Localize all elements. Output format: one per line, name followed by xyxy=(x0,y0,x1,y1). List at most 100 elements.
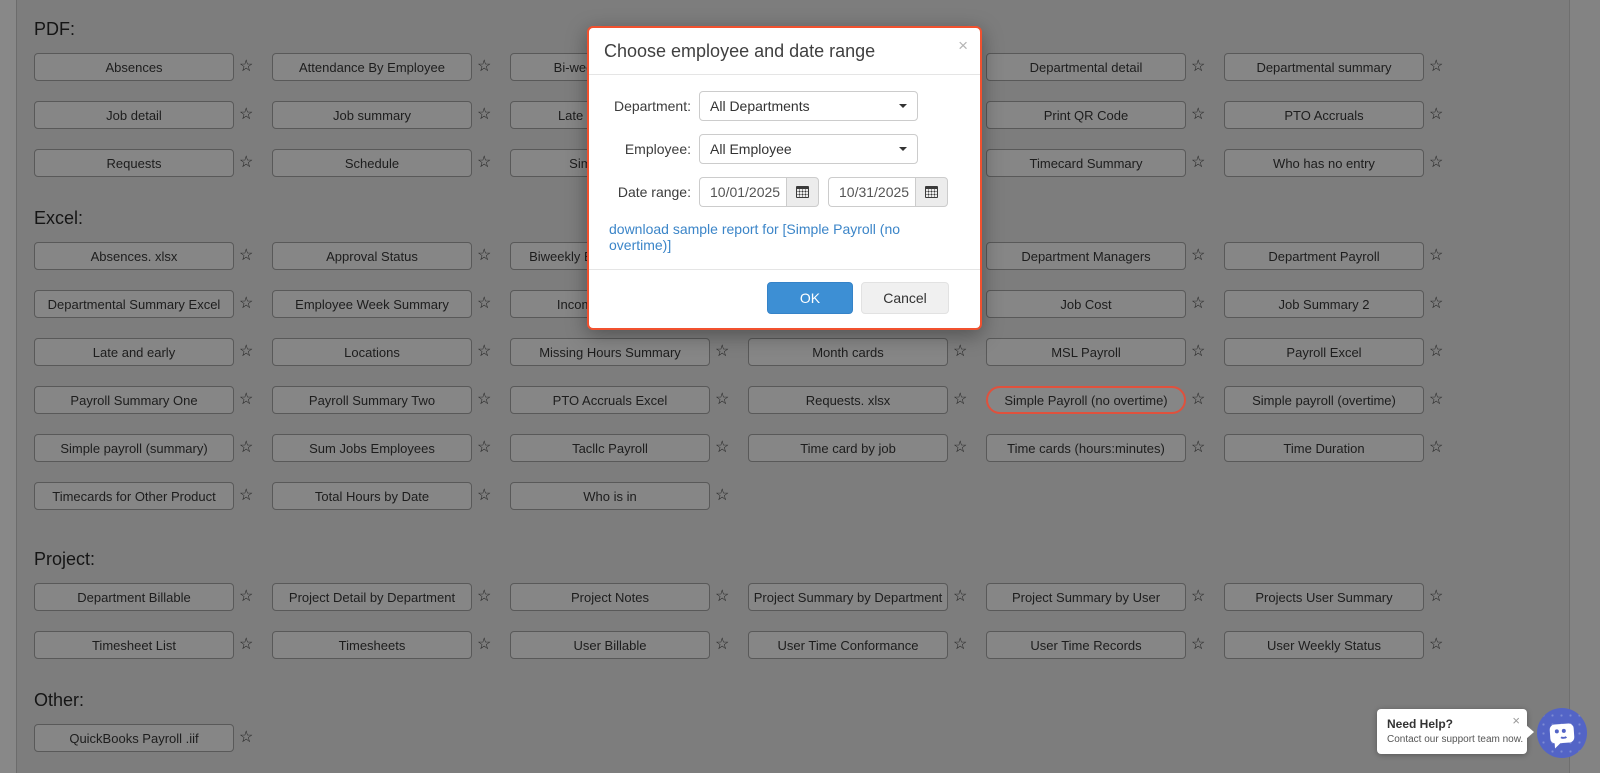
report-button[interactable]: Total Hours by Date xyxy=(272,482,472,510)
report-button[interactable]: User Weekly Status xyxy=(1224,631,1424,659)
favorite-star-icon[interactable]: ☆ xyxy=(1191,589,1205,605)
report-button[interactable]: Approval Status xyxy=(272,242,472,270)
report-button[interactable]: Project Summary by User xyxy=(986,583,1186,611)
report-button[interactable]: Departmental summary xyxy=(1224,53,1424,81)
favorite-star-icon[interactable]: ☆ xyxy=(953,637,967,653)
report-button[interactable]: Department Billable xyxy=(34,583,234,611)
date-to-input[interactable] xyxy=(828,177,915,207)
favorite-star-icon[interactable]: ☆ xyxy=(239,296,253,312)
report-button[interactable]: Late and early xyxy=(34,338,234,366)
favorite-star-icon[interactable]: ☆ xyxy=(239,107,253,123)
report-button[interactable]: Month cards xyxy=(748,338,948,366)
favorite-star-icon[interactable]: ☆ xyxy=(1429,637,1443,653)
report-button[interactable]: Locations xyxy=(272,338,472,366)
favorite-star-icon[interactable]: ☆ xyxy=(1429,344,1443,360)
report-button[interactable]: Department Payroll xyxy=(1224,242,1424,270)
favorite-star-icon[interactable]: ☆ xyxy=(477,637,491,653)
favorite-star-icon[interactable]: ☆ xyxy=(477,248,491,264)
date-from-calendar-button[interactable] xyxy=(786,177,819,207)
favorite-star-icon[interactable]: ☆ xyxy=(1191,440,1205,456)
ok-button[interactable]: OK xyxy=(767,282,853,314)
report-button[interactable]: Time Duration xyxy=(1224,434,1424,462)
date-from-input[interactable] xyxy=(699,177,786,207)
report-button[interactable]: Schedule xyxy=(272,149,472,177)
favorite-star-icon[interactable]: ☆ xyxy=(953,344,967,360)
favorite-star-icon[interactable]: ☆ xyxy=(1429,155,1443,171)
favorite-star-icon[interactable]: ☆ xyxy=(1191,59,1205,75)
close-icon[interactable]: × xyxy=(958,37,968,54)
report-button[interactable]: Payroll Summary Two xyxy=(272,386,472,414)
favorite-star-icon[interactable]: ☆ xyxy=(1191,637,1205,653)
favorite-star-icon[interactable]: ☆ xyxy=(239,730,253,746)
report-button[interactable]: QuickBooks Payroll .iif xyxy=(34,724,234,752)
favorite-star-icon[interactable]: ☆ xyxy=(239,392,253,408)
favorite-star-icon[interactable]: ☆ xyxy=(1191,392,1205,408)
favorite-star-icon[interactable]: ☆ xyxy=(239,59,253,75)
cancel-button[interactable]: Cancel xyxy=(861,282,949,314)
report-button[interactable]: Department Managers xyxy=(986,242,1186,270)
report-button[interactable]: User Billable xyxy=(510,631,710,659)
report-button[interactable]: Who has no entry xyxy=(1224,149,1424,177)
report-button[interactable]: PTO Accruals Excel xyxy=(510,386,710,414)
report-button[interactable]: Simple payroll (overtime) xyxy=(1224,386,1424,414)
report-button[interactable]: Absences xyxy=(34,53,234,81)
report-button[interactable]: Requests. xlsx xyxy=(748,386,948,414)
favorite-star-icon[interactable]: ☆ xyxy=(715,488,729,504)
report-button[interactable]: User Time Conformance xyxy=(748,631,948,659)
favorite-star-icon[interactable]: ☆ xyxy=(1429,248,1443,264)
favorite-star-icon[interactable]: ☆ xyxy=(239,488,253,504)
favorite-star-icon[interactable]: ☆ xyxy=(715,589,729,605)
report-button[interactable]: Timesheet List xyxy=(34,631,234,659)
favorite-star-icon[interactable]: ☆ xyxy=(477,155,491,171)
favorite-star-icon[interactable]: ☆ xyxy=(477,344,491,360)
report-button[interactable]: PTO Accruals xyxy=(1224,101,1424,129)
report-button[interactable]: Project Notes xyxy=(510,583,710,611)
report-button[interactable]: Payroll Excel xyxy=(1224,338,1424,366)
report-button[interactable]: Tacllc Payroll xyxy=(510,434,710,462)
favorite-star-icon[interactable]: ☆ xyxy=(1429,296,1443,312)
favorite-star-icon[interactable]: ☆ xyxy=(239,589,253,605)
report-button[interactable]: Job Cost xyxy=(986,290,1186,318)
favorite-star-icon[interactable]: ☆ xyxy=(1191,296,1205,312)
report-button[interactable]: MSL Payroll xyxy=(986,338,1186,366)
favorite-star-icon[interactable]: ☆ xyxy=(715,637,729,653)
favorite-star-icon[interactable]: ☆ xyxy=(239,248,253,264)
favorite-star-icon[interactable]: ☆ xyxy=(953,440,967,456)
download-sample-report-link[interactable]: download sample report for [Simple Payro… xyxy=(609,221,960,253)
report-button[interactable]: Absences. xlsx xyxy=(34,242,234,270)
favorite-star-icon[interactable]: ☆ xyxy=(477,296,491,312)
report-button[interactable]: Project Summary by Department xyxy=(748,583,948,611)
favorite-star-icon[interactable]: ☆ xyxy=(1191,344,1205,360)
date-to-calendar-button[interactable] xyxy=(915,177,948,207)
favorite-star-icon[interactable]: ☆ xyxy=(239,637,253,653)
favorite-star-icon[interactable]: ☆ xyxy=(239,344,253,360)
report-button[interactable]: Projects User Summary xyxy=(1224,583,1424,611)
favorite-star-icon[interactable]: ☆ xyxy=(477,589,491,605)
department-select[interactable]: All Departments xyxy=(699,91,918,121)
favorite-star-icon[interactable]: ☆ xyxy=(477,440,491,456)
report-button[interactable]: Who is in xyxy=(510,482,710,510)
report-button[interactable]: Departmental Summary Excel xyxy=(34,290,234,318)
report-button[interactable]: Timecards for Other Product xyxy=(34,482,234,510)
favorite-star-icon[interactable]: ☆ xyxy=(239,155,253,171)
favorite-star-icon[interactable]: ☆ xyxy=(1429,59,1443,75)
report-button[interactable]: Timesheets xyxy=(272,631,472,659)
report-button[interactable]: Payroll Summary One xyxy=(34,386,234,414)
report-button[interactable]: Job summary xyxy=(272,101,472,129)
report-button[interactable]: Print QR Code xyxy=(986,101,1186,129)
favorite-star-icon[interactable]: ☆ xyxy=(1191,155,1205,171)
favorite-star-icon[interactable]: ☆ xyxy=(1429,589,1443,605)
favorite-star-icon[interactable]: ☆ xyxy=(1429,107,1443,123)
report-button[interactable]: Missing Hours Summary xyxy=(510,338,710,366)
close-icon[interactable]: × xyxy=(1512,714,1520,727)
report-button[interactable]: Attendance By Employee xyxy=(272,53,472,81)
report-button[interactable]: Job detail xyxy=(34,101,234,129)
report-button[interactable]: Job Summary 2 xyxy=(1224,290,1424,318)
report-button[interactable]: Departmental detail xyxy=(986,53,1186,81)
report-button[interactable]: Sum Jobs Employees xyxy=(272,434,472,462)
support-chat-button[interactable] xyxy=(1537,708,1587,758)
favorite-star-icon[interactable]: ☆ xyxy=(715,392,729,408)
favorite-star-icon[interactable]: ☆ xyxy=(953,392,967,408)
report-button[interactable]: Time card by job xyxy=(748,434,948,462)
favorite-star-icon[interactable]: ☆ xyxy=(477,392,491,408)
